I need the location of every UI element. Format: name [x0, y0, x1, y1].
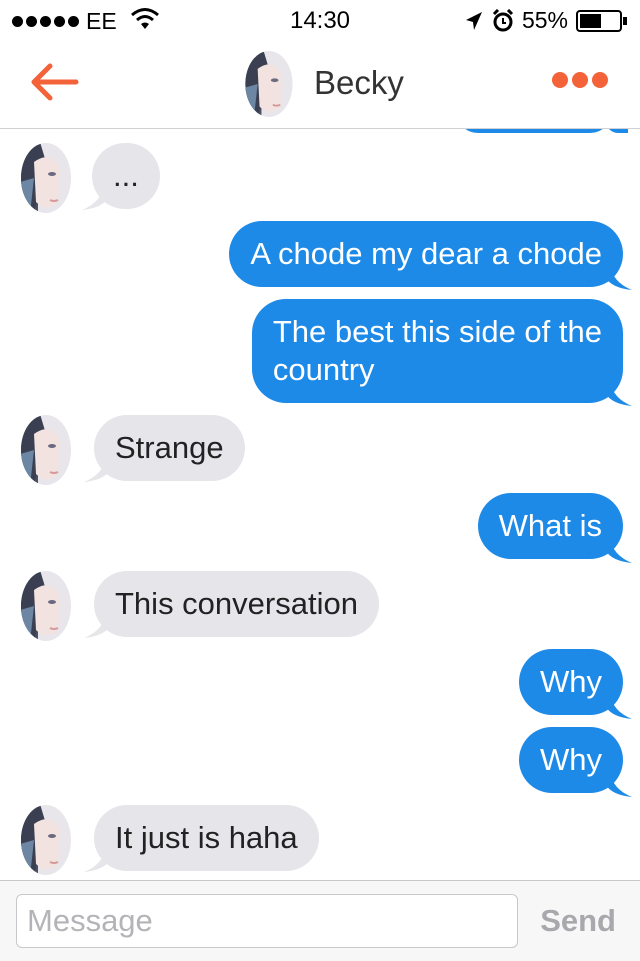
location-arrow-icon	[465, 11, 482, 30]
message-text-line: The best this side of the	[272, 314, 602, 349]
message-text-line: country	[272, 352, 375, 387]
conversation-header: Becky	[0, 40, 640, 129]
back-arrow-icon[interactable]	[28, 60, 80, 104]
message-list[interactable]: ... A chode my dear a chode The best thi…	[0, 129, 640, 881]
contact-avatar[interactable]	[244, 50, 294, 118]
alarm-clock-icon	[492, 8, 514, 31]
contact-name[interactable]: Becky	[314, 64, 404, 102]
message-bubble-outgoing: A chode my dear a chode	[229, 221, 623, 287]
message-bubble-incoming: Strange	[94, 415, 245, 481]
message-bubble-outgoing: Why	[519, 727, 623, 793]
message-composer: Send	[0, 880, 640, 961]
contact-avatar[interactable]	[20, 804, 72, 876]
battery-percentage: 55%	[521, 7, 568, 33]
contact-avatar[interactable]	[20, 570, 72, 642]
message-bubble-outgoing: Why	[519, 649, 623, 715]
contact-avatar[interactable]	[20, 414, 72, 486]
send-button[interactable]: Send	[540, 903, 616, 939]
message-bubble-incoming: ...	[92, 143, 160, 209]
message-bubble-incoming: It just is haha	[94, 805, 319, 871]
status-bar: EE 14:30 55%	[0, 0, 640, 40]
battery-icon	[576, 9, 627, 32]
message-bubble-outgoing: The best this side of the country	[251, 299, 623, 403]
message-input[interactable]	[16, 894, 518, 948]
message-bubble-outgoing: What is	[477, 493, 623, 559]
message-bubble-incoming: This conversation	[94, 571, 379, 637]
bubble-tail	[606, 129, 628, 133]
contact-avatar[interactable]	[20, 142, 72, 214]
more-options-icon[interactable]	[548, 72, 608, 88]
partial-outgoing-bubble	[456, 129, 612, 133]
